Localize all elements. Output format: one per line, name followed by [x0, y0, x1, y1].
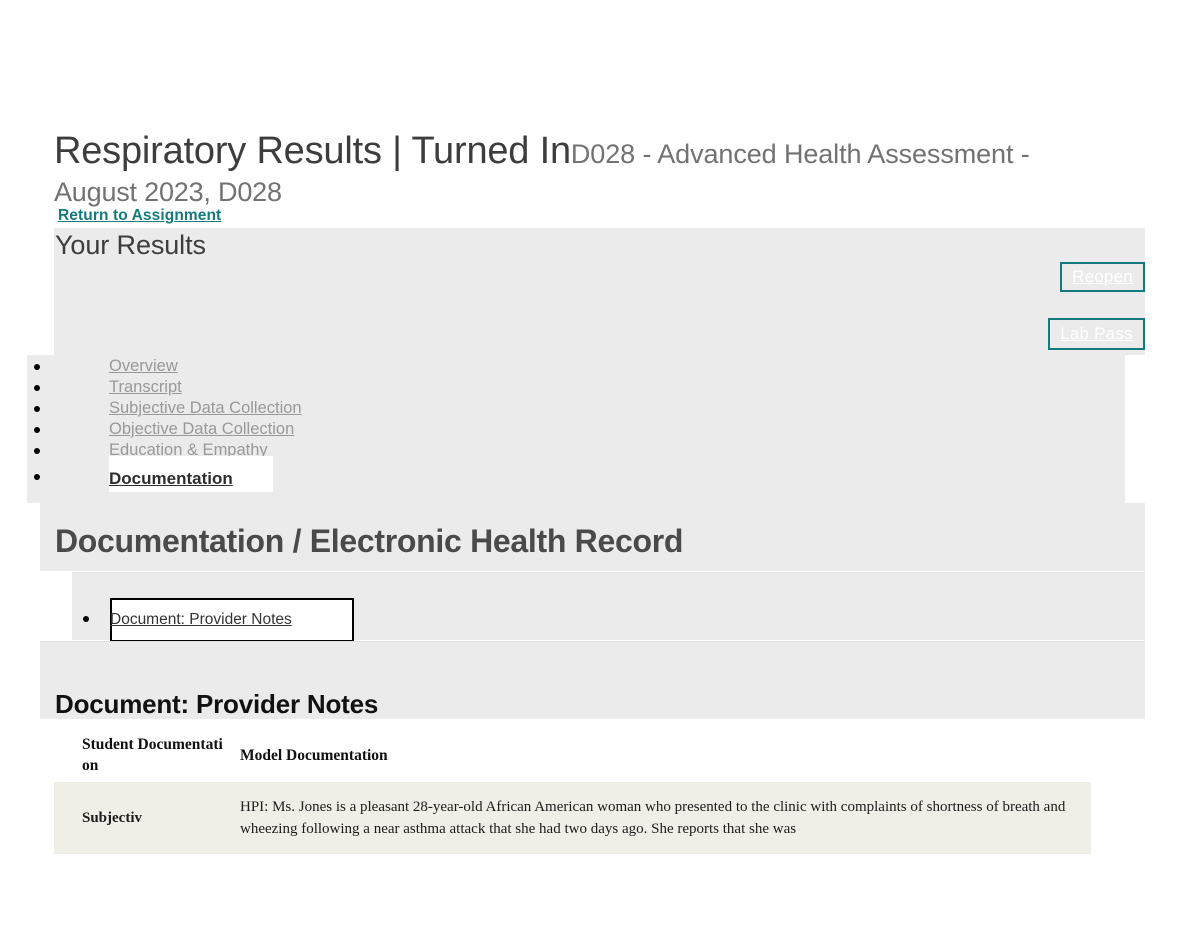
table-row: Subjectiv HPI: Ms. Jones is a pleasant 2… — [54, 782, 1091, 854]
lab-pass-button[interactable]: Lab Pass — [1048, 318, 1145, 350]
page-title-main: Respiratory Results | Turned In — [54, 130, 571, 172]
nav-link-objective-data-collection[interactable]: Objective Data Collection — [109, 419, 294, 440]
nav-link-transcript[interactable]: Transcript — [109, 377, 182, 398]
notes-heading-top-divider — [40, 641, 1145, 642]
documentation-table: Student Documentation Model Documentatio… — [54, 728, 1091, 854]
table-header-row: Student Documentation Model Documentatio… — [54, 728, 1091, 782]
bullet-icon — [34, 474, 40, 480]
page-title-subtitle-second-line: August 2023, D028 — [54, 177, 282, 207]
tab-bar-top-divider — [72, 572, 1145, 573]
page-title-subtitle: D028 - Advanced Health Assessment - — [570, 139, 1030, 169]
tab-label-document-provider-notes[interactable]: Document: Provider Notes — [110, 610, 292, 630]
documentation-table-header: Student Documentation Model Documentatio… — [54, 728, 1091, 782]
results-nav-list: Overview Transcript Subjective Data Coll… — [27, 356, 447, 497]
document-provider-notes-heading: Document: Provider Notes — [55, 689, 379, 719]
documentation-ehr-heading: Documentation / Electronic Health Record — [55, 523, 684, 559]
nav-item-subjective-data-collection[interactable]: Subjective Data Collection — [27, 398, 447, 419]
row-body-model-documentation: HPI: Ms. Jones is a pleasant 28-year-old… — [230, 782, 1091, 854]
column-header-student-documentation: Student Documentation — [54, 728, 230, 782]
nav-item-objective-data-collection[interactable]: Objective Data Collection — [27, 419, 447, 440]
your-results-heading: Your Results — [55, 230, 206, 260]
return-to-assignment-link[interactable]: Return to Assignment — [58, 207, 221, 225]
page-title: Respiratory Results | Turned InD028 - Ad… — [54, 132, 1144, 209]
nav-item-overview[interactable]: Overview — [27, 356, 447, 377]
bullet-icon — [34, 406, 40, 412]
column-header-model-documentation: Model Documentation — [230, 728, 1091, 782]
bullet-icon — [34, 448, 40, 454]
results-panel-background — [54, 228, 1145, 355]
page-title-line: Respiratory Results | Turned InD028 - Ad… — [54, 132, 1144, 209]
nav-link-subjective-data-collection[interactable]: Subjective Data Collection — [109, 398, 302, 419]
bullet-icon — [34, 385, 40, 391]
nav-link-overview[interactable]: Overview — [109, 356, 178, 377]
documentation-table-body: Subjectiv HPI: Ms. Jones is a pleasant 2… — [54, 782, 1091, 854]
bullet-icon — [34, 364, 40, 370]
nav-item-transcript[interactable]: Transcript — [27, 377, 447, 398]
reopen-button[interactable]: Reopen — [1060, 262, 1145, 292]
nav-link-documentation[interactable]: Documentation — [109, 468, 233, 489]
bullet-icon — [83, 616, 89, 622]
nav-item-documentation[interactable]: Documentation — [27, 456, 447, 497]
bullet-icon — [34, 427, 40, 433]
row-label-subjective: Subjectiv — [54, 782, 230, 854]
